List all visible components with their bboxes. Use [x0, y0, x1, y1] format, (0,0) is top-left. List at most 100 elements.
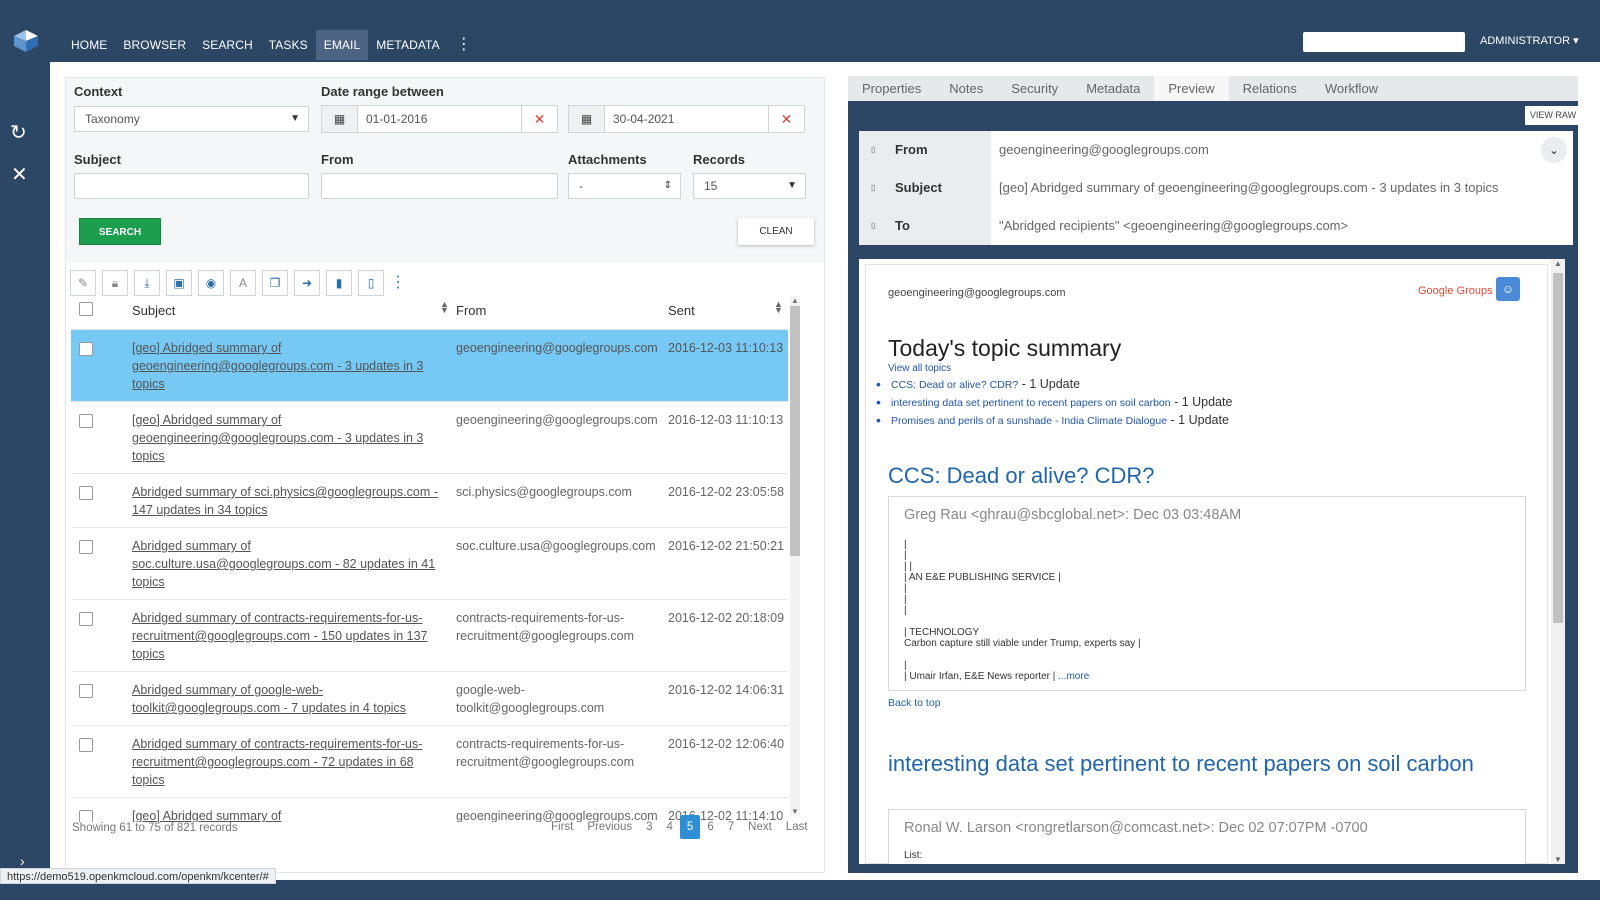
calendar-icon[interactable]: ▦ — [322, 106, 358, 132]
row-checkbox[interactable] — [79, 612, 93, 626]
tab-notes[interactable]: Notes — [935, 76, 997, 101]
nav-home[interactable]: HOME — [63, 30, 115, 60]
main-nav: HOME BROWSER SEARCH TASKS EMAIL METADATA… — [63, 30, 480, 60]
page-first[interactable]: First — [544, 815, 580, 839]
page-6[interactable]: 6 — [700, 815, 720, 839]
sort-icon[interactable]: ▲ ▼ — [774, 300, 783, 315]
topic-heading[interactable]: interesting data set pertinent to recent… — [888, 751, 1488, 777]
email-from: contracts-requirements-for-us-recruitmen… — [456, 611, 635, 643]
expand-sidebar-icon[interactable]: › — [20, 853, 25, 869]
email-subject-link[interactable]: [geo] Abridged summary of geoengineering… — [132, 411, 447, 465]
table-row[interactable]: Abridged summary of contracts-requiremen… — [71, 600, 788, 672]
back-to-top-link[interactable]: Back to top — [888, 697, 941, 709]
page-7[interactable]: 7 — [721, 815, 741, 839]
clear-date-to-icon[interactable]: ✕ — [768, 106, 804, 132]
email-from: google-web-toolkit@googlegroups.com — [456, 683, 605, 715]
grid-scrollbar[interactable]: ▲ ▼ — [790, 296, 800, 816]
page-next[interactable]: Next — [741, 815, 779, 839]
view-raw-button[interactable]: VIEW RAW — [1525, 106, 1581, 125]
view-all-topics-link[interactable]: View all topics — [888, 363, 951, 374]
more-link[interactable]: ...more — [1058, 671, 1089, 682]
scroll-up-icon[interactable]: ▲ — [790, 296, 800, 305]
page-4[interactable]: 4 — [660, 815, 680, 839]
page-3[interactable]: 3 — [639, 815, 659, 839]
google-groups-brand[interactable]: Google Groups — [1418, 285, 1493, 297]
attachments-select[interactable]: - ⇕ — [568, 173, 681, 199]
nav-metadata[interactable]: METADATA — [368, 30, 447, 60]
sent-column-header[interactable]: Sent — [668, 303, 695, 318]
table-row[interactable]: Abridged summary of soc.culture.usa@goog… — [71, 528, 788, 600]
nav-browser[interactable]: BROWSER — [115, 30, 194, 60]
table-row[interactable]: [geo] Abridged summary of geoengineering… — [71, 402, 788, 474]
scroll-down-icon[interactable]: ▼ — [1551, 855, 1565, 864]
tab-preview[interactable]: Preview — [1154, 76, 1229, 101]
tab-security[interactable]: Security — [997, 76, 1072, 101]
nav-email[interactable]: EMAIL — [315, 30, 369, 60]
row-checkbox[interactable] — [79, 540, 93, 554]
table-row[interactable]: Abridged summary of contracts-requiremen… — [71, 726, 788, 798]
tab-metadata[interactable]: Metadata — [1072, 76, 1154, 101]
openkm-logo[interactable] — [14, 30, 38, 52]
row-checkbox[interactable] — [79, 414, 93, 428]
date-from-value[interactable]: 01-01-2016 — [358, 106, 521, 132]
row-checkbox[interactable] — [79, 684, 93, 698]
email-subject-link[interactable]: Abridged summary of soc.culture.usa@goog… — [132, 537, 447, 591]
calendar-icon[interactable]: ▦ — [569, 106, 605, 132]
topic-link[interactable]: CCS: Dead or alive? CDR? — [891, 379, 1018, 391]
topic-summary-title: Today's topic summary — [888, 335, 1122, 361]
date-to-value[interactable]: 30-04-2021 — [605, 106, 768, 132]
scroll-thumb[interactable] — [790, 306, 800, 556]
email-subject-link[interactable]: Abridged summary of sci.physics@googlegr… — [132, 483, 447, 519]
table-row[interactable]: Abridged summary of sci.physics@googlegr… — [71, 474, 788, 528]
email-subject-link[interactable]: Abridged summary of contracts-requiremen… — [132, 609, 447, 663]
page-5-current[interactable]: 5 — [679, 815, 701, 839]
email-subject-link[interactable]: Abridged summary of contracts-requiremen… — [132, 735, 447, 789]
nav-search[interactable]: SEARCH — [194, 30, 261, 60]
row-checkbox[interactable] — [79, 738, 93, 752]
date-to-field[interactable]: ▦ 30-04-2021 ✕ — [568, 105, 805, 133]
subject-input[interactable] — [74, 173, 309, 199]
search-button[interactable]: SEARCH — [79, 218, 161, 245]
row-checkbox[interactable] — [79, 486, 93, 500]
user-menu[interactable]: ADMINISTRATOR ▾ — [1480, 34, 1579, 47]
refresh-icon[interactable]: ↻ — [10, 120, 27, 145]
topic-link[interactable]: Promises and perils of a sunshade - Indi… — [891, 415, 1167, 427]
topic-item: • Promises and perils of a sunshade - Ind… — [876, 412, 1229, 428]
nav-tasks[interactable]: TASKS — [261, 30, 316, 60]
sort-icon[interactable]: ▲ ▼ — [440, 300, 449, 315]
scroll-thumb[interactable] — [1553, 273, 1563, 623]
page-last[interactable]: Last — [779, 815, 815, 839]
email-subject-link[interactable]: [geo] Abridged summary of geoengineering… — [132, 339, 447, 393]
row-checkbox[interactable] — [79, 342, 93, 356]
preview-scrollbar[interactable]: ▲ ▼ — [1551, 259, 1565, 864]
tab-properties[interactable]: Properties — [848, 76, 935, 101]
context-select[interactable]: Taxonomy ▼ — [74, 106, 309, 132]
topic-heading[interactable]: CCS: Dead or alive? CDR? — [888, 463, 1155, 489]
grid-header: Subject ▲ ▼ From Sent ▲ ▼ — [71, 290, 788, 330]
close-icon[interactable]: ✕ — [11, 162, 28, 187]
from-input[interactable] — [321, 173, 558, 199]
from-column-header[interactable]: From — [456, 303, 486, 318]
date-from-field[interactable]: ▦ 01-01-2016 ✕ — [321, 105, 558, 133]
quote-line: | TECHNOLOGY — [904, 627, 980, 638]
subject-column-header[interactable]: Subject — [132, 303, 175, 318]
scroll-up-icon[interactable]: ▲ — [1551, 259, 1565, 268]
select-all-checkbox[interactable] — [79, 302, 93, 316]
tab-relations[interactable]: Relations — [1229, 76, 1311, 101]
chevron-down-icon[interactable]: ⌄ — [1541, 137, 1567, 163]
message-author: Ronal W. Larson <rongretlarson@comcast.n… — [904, 820, 1368, 836]
quick-search-input[interactable] — [1303, 32, 1465, 52]
clear-date-from-icon[interactable]: ✕ — [521, 106, 557, 132]
table-row[interactable]: Abridged summary of google-web-toolkit@g… — [71, 672, 788, 726]
tab-workflow[interactable]: Workflow — [1311, 76, 1392, 101]
table-row[interactable]: [geo] Abridged summary of geoengineering… — [71, 330, 788, 402]
email-subject-link[interactable]: Abridged summary of google-web-toolkit@g… — [132, 681, 447, 717]
records-select[interactable]: 15 ▼ — [693, 173, 806, 199]
email-subject-link[interactable]: [geo] Abridged summary of — [132, 807, 447, 822]
row-checkbox[interactable] — [79, 810, 93, 822]
clean-button[interactable]: CLEAN — [738, 218, 814, 245]
google-groups-icon[interactable]: ☺ — [1496, 277, 1520, 301]
page-previous[interactable]: Previous — [580, 815, 639, 839]
nav-more-icon[interactable]: ⋮ — [448, 30, 480, 60]
topic-link[interactable]: interesting data set pertinent to recent… — [891, 397, 1171, 409]
